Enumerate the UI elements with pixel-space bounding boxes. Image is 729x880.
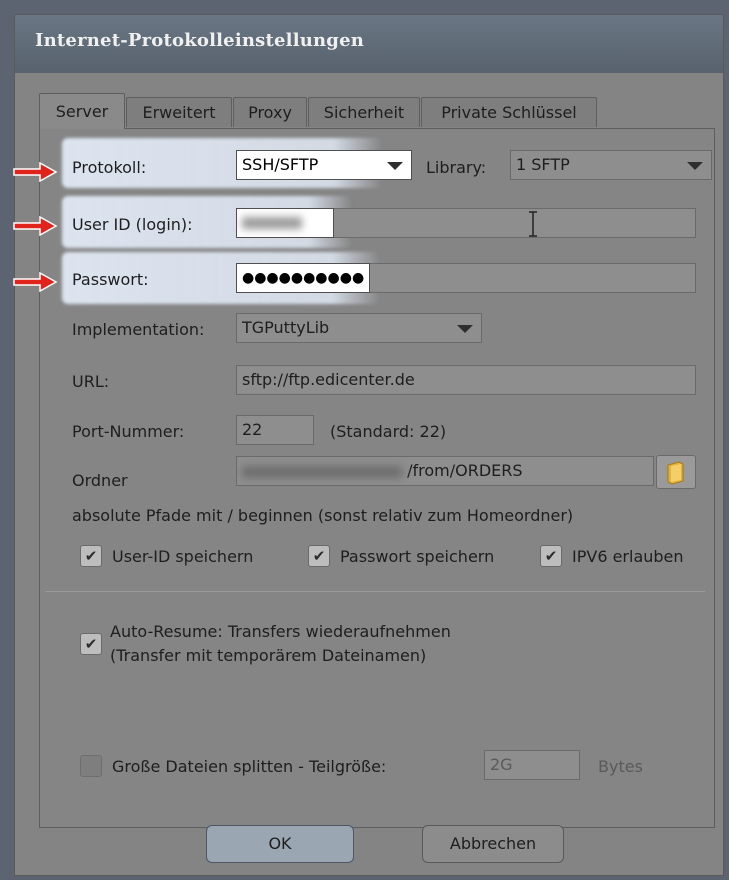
split-files-checkbox[interactable]	[80, 755, 102, 777]
tab-proxy[interactable]: Proxy	[233, 97, 307, 127]
red-arrow-icon	[13, 162, 58, 182]
password-input[interactable]: ●●●●●●●●●●	[236, 263, 370, 293]
separator	[45, 591, 705, 592]
port-input[interactable]: 22	[236, 415, 314, 445]
auto-resume-label: Auto-Resume: Transfers wiederaufnehmen	[110, 622, 451, 641]
ipv6-label: IPV6 erlauben	[572, 547, 684, 566]
library-select[interactable]: 1 SFTP	[510, 150, 712, 180]
tab-private-keys[interactable]: Private Schlüssel	[421, 97, 597, 127]
ok-button[interactable]: OK	[206, 825, 354, 863]
chevron-down-icon	[687, 162, 703, 170]
save-userid-checkbox[interactable]: ✔	[80, 545, 102, 567]
protocol-label: Protokoll:	[72, 158, 147, 177]
protocol-value: SSH/SFTP	[242, 155, 319, 174]
port-default-hint: (Standard: 22)	[330, 422, 447, 441]
split-files-label: Große Dateien splitten - Teilgröße:	[112, 757, 387, 776]
userid-label: User ID (login):	[72, 215, 193, 234]
save-userid-label: User-ID speichern	[112, 547, 254, 566]
browse-folder-button[interactable]	[656, 455, 696, 489]
library-value: 1 SFTP	[516, 155, 570, 174]
url-value: sftp://ftp.edicenter.de	[242, 370, 415, 389]
password-value: ●●●●●●●●●●	[242, 270, 365, 286]
folder-label: Ordner	[72, 471, 128, 490]
implementation-value: TGPuttyLib	[242, 318, 330, 337]
title-bar[interactable]: Internet-Protokolleinstellungen	[15, 15, 723, 73]
port-value: 22	[242, 420, 263, 439]
folder-input[interactable]: /from/ORDERS	[236, 456, 654, 486]
tab-server[interactable]: Server	[39, 93, 125, 129]
cancel-button[interactable]: Abbrechen	[422, 825, 564, 863]
password-input-extension[interactable]	[370, 263, 696, 293]
implementation-select[interactable]: TGPuttyLib	[236, 313, 482, 343]
userid-input[interactable]	[236, 208, 334, 238]
password-label: Passwort:	[72, 270, 149, 289]
ipv6-checkbox[interactable]: ✔	[540, 545, 562, 567]
chevron-down-icon	[457, 325, 473, 333]
library-label: Library:	[426, 158, 487, 177]
red-arrow-icon	[13, 216, 58, 236]
text-cursor-icon	[529, 211, 537, 237]
redacted-user	[242, 217, 302, 229]
save-password-checkbox[interactable]: ✔	[308, 545, 330, 567]
save-password-label: Passwort speichern	[340, 547, 495, 566]
split-size-value: 2G	[490, 755, 513, 774]
dialog-title: Internet-Protokolleinstellungen	[35, 30, 365, 51]
split-size-input[interactable]: 2G	[484, 750, 580, 780]
path-hint: absolute Pfade mit / beginnen (sonst rel…	[72, 506, 574, 525]
tab-sicherheit[interactable]: Sicherheit	[308, 97, 420, 127]
redacted-path	[242, 465, 402, 478]
userid-input-extension[interactable]	[334, 208, 696, 238]
implementation-label: Implementation:	[72, 320, 205, 339]
tab-erweitert[interactable]: Erweitert	[126, 97, 232, 127]
folder-icon	[667, 461, 684, 485]
protocol-select[interactable]: SSH/SFTP	[236, 150, 412, 180]
red-arrow-icon	[13, 272, 58, 292]
auto-resume-checkbox[interactable]: ✔	[80, 633, 102, 655]
auto-resume-sublabel: (Transfer mit temporärem Dateinamen)	[110, 646, 427, 665]
port-label: Port-Nummer:	[72, 422, 185, 441]
url-input[interactable]: sftp://ftp.edicenter.de	[236, 365, 696, 395]
chevron-down-icon	[387, 162, 403, 170]
folder-value: /from/ORDERS	[407, 461, 523, 480]
split-size-unit: Bytes	[598, 757, 643, 776]
url-label: URL:	[72, 372, 110, 391]
